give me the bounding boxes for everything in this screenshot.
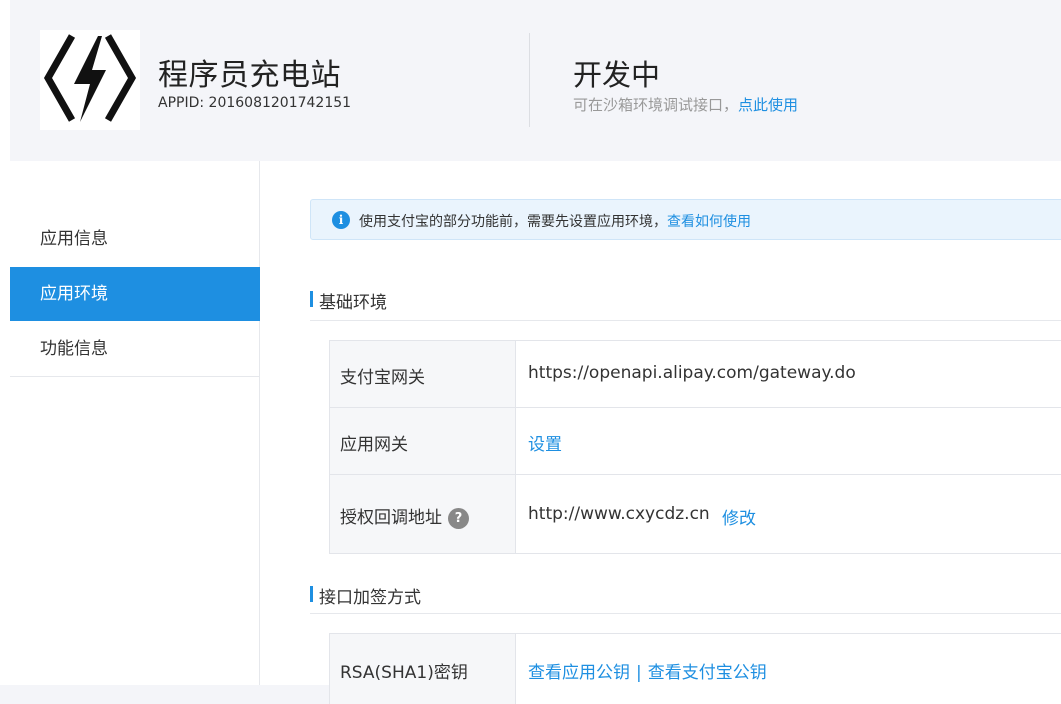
section-title-basic-env: 基础环境 <box>310 288 387 313</box>
sidebar-divider <box>10 376 259 377</box>
row-label-cell: 应用网关 <box>330 408 516 474</box>
auth-callback-value: http://www.cxycdz.cn <box>528 504 710 524</box>
table-row-auth-callback: 授权回调地址? http://www.cxycdz.cn 修改 <box>330 475 1061 553</box>
app-header: 程序员充电站 APPID: 2016081201742151 开发中 可在沙箱环… <box>10 0 1061 161</box>
link-separator: | <box>636 663 642 683</box>
status-title: 开发中 <box>573 58 661 92</box>
sidebar-item-app-info[interactable]: 应用信息 <box>10 212 260 266</box>
notice-message: 使用支付宝的部分功能前，需要先设置应用环境， <box>359 214 667 230</box>
left-edge-strip <box>0 0 10 685</box>
table-row-alipay-gateway: 支付宝网关 https://openapi.alipay.com/gateway… <box>330 341 1061 408</box>
help-icon[interactable]: ? <box>448 508 469 529</box>
alipay-gateway-label: 支付宝网关 <box>340 368 425 388</box>
info-notice: i 使用支付宝的部分功能前，需要先设置应用环境，查看如何使用 <box>310 199 1061 240</box>
basic-env-table: 支付宝网关 https://openapi.alipay.com/gateway… <box>329 340 1061 554</box>
section-title-sign-method: 接口加签方式 <box>310 583 421 608</box>
header-divider <box>529 33 530 127</box>
status-description-text: 可在沙箱环境调试接口， <box>573 96 739 114</box>
view-alipay-public-key-link[interactable]: 查看支付宝公钥 <box>648 663 767 683</box>
app-id: APPID: 2016081201742151 <box>158 95 352 111</box>
rsa-key-label: RSA(SHA1)密钥 <box>340 663 468 683</box>
sidebar-item-app-environment[interactable]: 应用环境 <box>10 267 261 321</box>
sidebar: 应用信息 应用环境 功能信息 <box>10 161 261 685</box>
row-label-cell: 支付宝网关 <box>330 341 516 407</box>
alipay-gateway-value: https://openapi.alipay.com/gateway.do <box>528 363 856 383</box>
app-gateway-set-link[interactable]: 设置 <box>528 430 562 455</box>
table-row-rsa-key: RSA(SHA1)密钥 查看应用公钥 | 查看支付宝公钥 <box>330 634 1061 704</box>
main-content: i 使用支付宝的部分功能前，需要先设置应用环境，查看如何使用 基础环境 支付宝网… <box>260 161 1061 704</box>
how-to-use-link[interactable]: 查看如何使用 <box>667 214 751 230</box>
section-divider <box>310 320 1061 321</box>
app-logo-lightning-icon <box>40 30 140 130</box>
view-app-public-key-link[interactable]: 查看应用公钥 <box>528 663 630 683</box>
section-divider <box>310 613 1061 614</box>
notice-text: 使用支付宝的部分功能前，需要先设置应用环境，查看如何使用 <box>359 211 751 231</box>
table-row-app-gateway: 应用网关 设置 <box>330 408 1061 475</box>
sandbox-link[interactable]: 点此使用 <box>738 96 798 114</box>
info-icon: i <box>332 211 350 229</box>
app-name: 程序员充电站 <box>158 58 341 93</box>
app-gateway-label: 应用网关 <box>340 435 408 455</box>
rsa-key-links: 查看应用公钥 | 查看支付宝公钥 <box>528 658 767 683</box>
auth-callback-label-text: 授权回调地址 <box>340 508 442 528</box>
sidebar-item-feature-info[interactable]: 功能信息 <box>10 322 260 376</box>
modify-link[interactable]: 修改 <box>722 504 756 529</box>
row-label-cell: 授权回调地址? <box>330 475 516 553</box>
sign-method-table: RSA(SHA1)密钥 查看应用公钥 | 查看支付宝公钥 <box>329 633 1061 704</box>
status-description: 可在沙箱环境调试接口，点此使用 <box>573 94 798 115</box>
row-label-cell: RSA(SHA1)密钥 <box>330 634 516 704</box>
auth-callback-label: 授权回调地址? <box>340 503 469 529</box>
